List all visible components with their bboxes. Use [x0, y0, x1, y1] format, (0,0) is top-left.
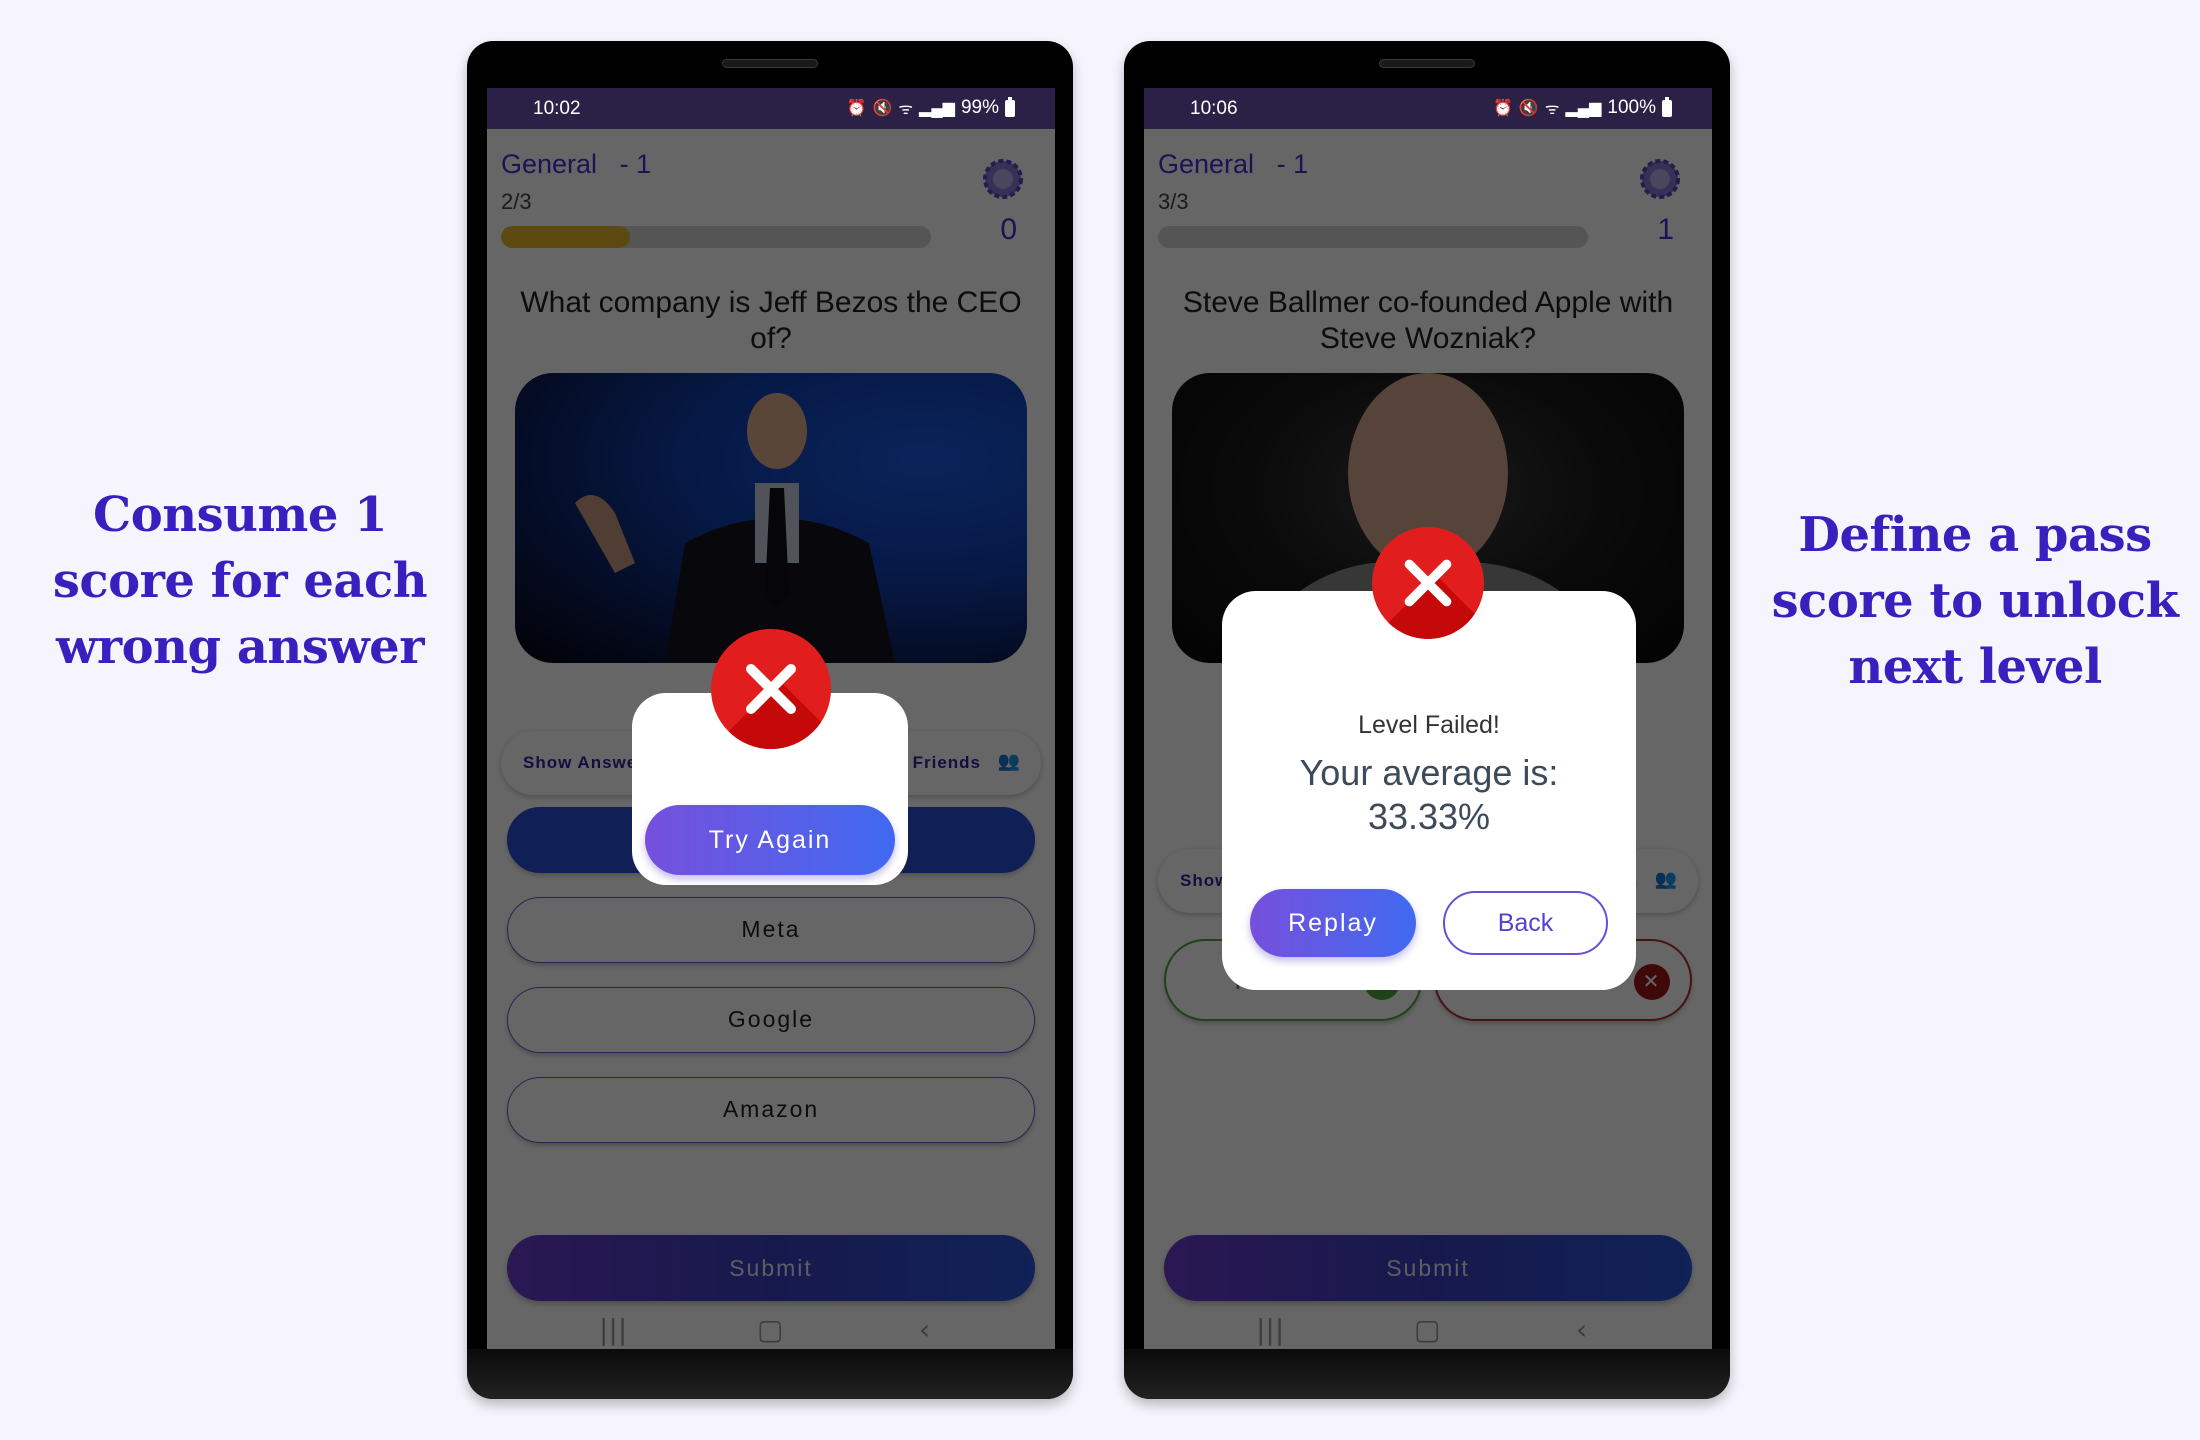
alarm-icon: ⏰ — [1492, 100, 1513, 117]
average-value: 33.33% — [1367, 796, 1491, 837]
average-text: Your average is: 33.33% — [1222, 751, 1636, 839]
signal-icon: ▂▄▆ — [1565, 100, 1602, 117]
signal-icon: ▂▄▆ — [919, 100, 955, 117]
fail-x-icon — [1372, 527, 1484, 639]
level-failed-dialog: Level Failed! Your average is: 33.33% Re… — [1222, 591, 1636, 990]
battery-icon — [1662, 96, 1672, 117]
caption-right: Define a pass score to unlock next level — [1771, 507, 2179, 695]
replay-button[interactable]: Replay — [1250, 889, 1416, 957]
phone-chin — [467, 1349, 1073, 1399]
try-again-button[interactable]: Try Again — [645, 805, 895, 875]
caption-left: Consume 1 score for each wrong answer — [52, 487, 428, 675]
battery-percent: 99% — [960, 97, 999, 118]
phone-chin — [1124, 1349, 1730, 1399]
phone-frame-right: 10:06 ⏰ 🔇 ᯤ ▂▄▆ 100% General - 1 3/3 — [1124, 41, 1730, 1399]
status-bar: 10:02 ⏰ 🔇 ᯤ ▂▄▆ 99% — [487, 88, 1055, 129]
battery-charging-icon — [1005, 96, 1015, 117]
status-time: 10:06 — [1190, 98, 1238, 119]
phone-screen: 10:02 ⏰ 🔇 ᯤ ▂▄▆ 99% General - 1 2/3 — [487, 88, 1055, 1350]
phone-frame-left: 10:02 ⏰ 🔇 ᯤ ▂▄▆ 99% General - 1 2/3 — [467, 41, 1073, 1399]
battery-percent: 100% — [1607, 97, 1656, 118]
phone-screen: 10:06 ⏰ 🔇 ᯤ ▂▄▆ 100% General - 1 3/3 — [1144, 88, 1712, 1350]
status-time: 10:02 — [533, 98, 581, 119]
average-label: Your average is: — [1299, 752, 1559, 793]
speaker-grille — [1379, 59, 1475, 68]
mute-icon: 🔇 — [872, 100, 893, 117]
fail-x-icon — [711, 629, 831, 749]
mute-icon: 🔇 — [1518, 100, 1539, 117]
alarm-icon: ⏰ — [846, 100, 867, 117]
status-bar: 10:06 ⏰ 🔇 ᯤ ▂▄▆ 100% — [1144, 88, 1712, 129]
wifi-icon: ᯤ — [1544, 101, 1560, 118]
dialog-title: Level Failed! — [1358, 711, 1500, 739]
speaker-grille — [722, 59, 818, 68]
back-button[interactable]: Back — [1443, 891, 1608, 955]
wifi-icon: ᯤ — [898, 101, 914, 118]
